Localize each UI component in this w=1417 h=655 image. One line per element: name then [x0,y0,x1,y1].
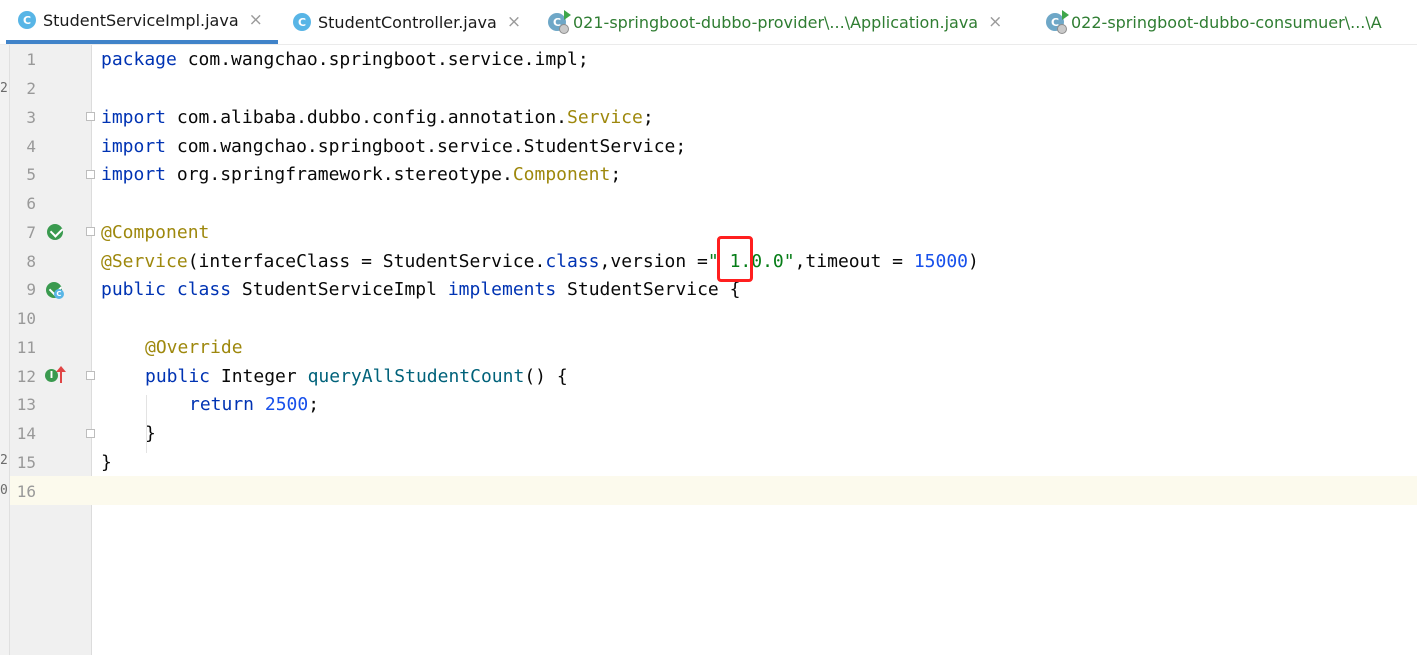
line-number: 14 [16,424,36,443]
tab-label: 022-springboot-dubbo-consumuer\...\A [1071,12,1382,32]
keyword: import [101,107,167,128]
keyword: public [145,366,211,387]
left-tool-strip: 2 2 0 [0,45,10,655]
code-text: } [101,452,112,473]
code-text: ; [642,107,654,128]
code-text: com.alibaba.dubbo.config.annotation. [166,107,567,128]
code-line-9: public class StudentServiceImpl implemen… [101,275,740,304]
keyword: import [101,136,167,157]
keyword: public [101,279,167,300]
code-line-12: public Integer queryAllStudentCount() { [145,362,568,391]
tab-label: 021-springboot-dubbo-provider\...\Applic… [573,12,979,32]
fold-marker[interactable] [86,170,95,179]
line-number: 3 [26,108,36,127]
tab-provider-application[interactable]: C 021-springboot-dubbo-provider\...\Appl… [536,0,1034,44]
edge-glyph: 2 [0,81,8,96]
number-literal: 2500 [264,394,309,415]
line-number: 11 [16,338,36,357]
line-number: 12 [16,367,36,386]
line-number: 2 [26,79,36,98]
keyword: import [101,164,167,185]
class-icon: C [18,11,36,29]
line-number: 8 [26,252,36,271]
code-text: StudentService { [556,279,741,300]
code-text: ,timeout = [794,251,914,272]
code-text: com.wangchao.springboot.service.StudentS… [166,136,687,157]
line-number: 7 [26,223,36,242]
class-icon: C [54,289,64,299]
fold-marker[interactable] [86,429,95,438]
close-icon[interactable]: × [988,12,1002,32]
line-number: 5 [26,165,36,184]
arrow-up-icon[interactable] [56,366,66,383]
number-literal: 15000 [913,251,968,272]
code-text: ; [308,394,320,415]
class-icon: C [293,13,311,31]
tab-student-service-impl[interactable]: C StudentServiceImpl.java × [6,0,278,44]
line-number: 1 [26,50,36,69]
code-line-11: @Override [145,333,243,362]
tab-label: StudentServiceImpl.java [43,10,239,30]
annotation-ref: Service [567,107,643,128]
code-line-3: import com.alibaba.dubbo.config.annotati… [101,103,654,132]
keyword: implements [447,279,557,300]
editor-tab-bar: C StudentServiceImpl.java × C StudentCon… [0,0,1417,45]
code-line-5: import org.springframework.stereotype.Co… [101,160,621,189]
keyword: class [545,251,600,272]
annotation: @Component [101,222,210,243]
runnable-class-icon: C [548,10,571,34]
fold-marker[interactable] [86,112,95,121]
annotation-ref: Component [512,164,611,185]
code-text: (interfaceClass = StudentService. [187,251,546,272]
code-text: ) [968,251,979,272]
line-number: 9 [26,280,36,299]
code-line-13: return 2500; [189,390,319,419]
fold-marker[interactable] [86,371,95,380]
spring-bean-icon[interactable] [47,224,63,240]
code-text: org.springframework.stereotype. [166,164,513,185]
tab-label: StudentController.java [318,12,497,32]
line-number: 13 [16,395,36,414]
edge-glyph: 2 [0,453,8,468]
annotation: @Service [101,251,188,272]
code-text: ,version = [599,251,708,272]
code-line-15: } [101,448,112,477]
tab-consumer-application[interactable]: C 022-springboot-dubbo-consumuer\...\A [1034,0,1417,44]
annotation: @Override [145,337,243,358]
runnable-class-icon: C [1046,10,1069,34]
line-number: 4 [26,137,36,156]
close-icon[interactable]: × [507,12,521,32]
code-line-7: @Component [101,218,209,247]
code-line-1: package com.wangchao.springboot.service.… [101,45,589,74]
method-name: queryAllStudentCount [307,366,525,387]
code-line-4: import com.wangchao.springboot.service.S… [101,132,686,161]
red-highlight-box [717,236,753,282]
code-text: com.wangchao.springboot.service.impl; [176,49,589,70]
line-number: 15 [16,453,36,472]
fold-marker[interactable] [86,227,95,236]
indent-guide [146,395,147,453]
keyword: package [101,49,177,70]
line-number: 10 [16,309,36,328]
close-icon[interactable]: × [249,10,263,30]
type-name: Integer [210,366,308,387]
keyword: return [189,394,255,415]
current-line-highlight [10,476,1417,505]
tab-student-controller[interactable]: C StudentController.java × [281,0,536,44]
class-name: StudentServiceImpl [231,279,448,300]
code-line-8: @Service(interfaceClass = StudentService… [101,247,979,276]
edge-glyph: 0 [0,483,8,498]
line-number: 6 [26,194,36,213]
line-number: 16 [16,482,36,501]
code-text: () { [524,366,568,387]
keyword: class [176,279,232,300]
code-text: ; [610,164,622,185]
